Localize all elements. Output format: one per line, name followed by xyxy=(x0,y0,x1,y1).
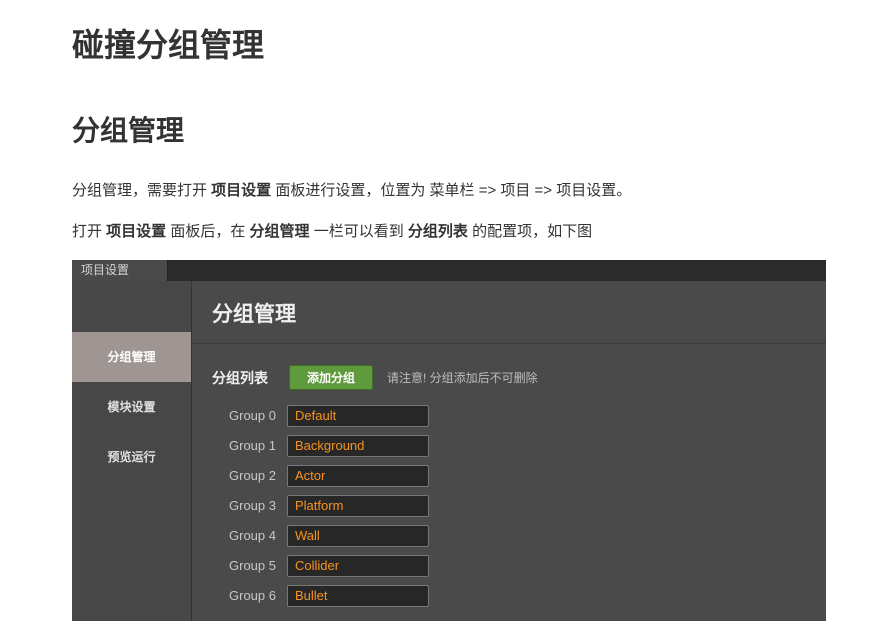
group-row: Group 2 Actor xyxy=(192,464,826,488)
group-row: Group 0 Default xyxy=(192,404,826,428)
group-name-input[interactable]: Collider xyxy=(287,555,429,577)
group-label: Group 0 xyxy=(229,408,276,423)
text: 打开 xyxy=(72,223,107,240)
text: 面板进行设置，位置为 菜单栏 => 项目 => 项目设置。 xyxy=(271,182,632,199)
text: 分组管理，需要打开 xyxy=(72,182,212,199)
add-group-button[interactable]: 添加分组 xyxy=(289,365,373,390)
group-label: Group 4 xyxy=(229,528,276,543)
page-title: 碰撞分组管理 xyxy=(72,27,265,63)
group-name-input[interactable]: Wall xyxy=(287,525,429,547)
group-row: Group 6 Bullet xyxy=(192,584,826,608)
group-row: Group 1 Background xyxy=(192,434,826,458)
group-name-input[interactable]: Actor xyxy=(287,465,429,487)
text: 面板后，在 xyxy=(166,223,250,240)
bold-text: 项目设置 xyxy=(211,182,272,199)
group-name-input[interactable]: Bullet xyxy=(287,585,429,607)
group-name-input[interactable]: Default xyxy=(287,405,429,427)
group-label: Group 2 xyxy=(229,468,276,483)
settings-content: 分组管理 分组列表 添加分组 请注意! 分组添加后不可删除 Group 0 De… xyxy=(192,281,826,621)
group-label: Group 1 xyxy=(229,438,276,453)
group-row: Group 4 Wall xyxy=(192,524,826,548)
group-name-input[interactable]: Background xyxy=(287,435,429,457)
paragraph-intro: 分组管理，需要打开 项目设置 面板进行设置，位置为 菜单栏 => 项目 => 项… xyxy=(72,180,631,202)
project-settings-screenshot: 项目设置 分组管理 模块设置 预览运行 分组管理 分组列表 添加分组 请注意! … xyxy=(72,260,826,621)
group-label: Group 3 xyxy=(229,498,276,513)
tab-bar: 项目设置 xyxy=(72,260,826,281)
sidebar-item-module-settings[interactable]: 模块设置 xyxy=(72,382,191,432)
text: 一栏可以看到 xyxy=(309,223,408,240)
sidebar-item-group-management[interactable]: 分组管理 xyxy=(72,332,191,382)
text: 的配置项，如下图 xyxy=(467,223,593,240)
group-name-input[interactable]: Platform xyxy=(287,495,429,517)
bold-text: 分组列表 xyxy=(407,223,468,240)
paragraph-instructions: 打开 项目设置 面板后，在 分组管理 一栏可以看到 分组列表 的配置项，如下图 xyxy=(72,221,592,243)
bold-text: 项目设置 xyxy=(106,223,167,240)
content-title: 分组管理 xyxy=(212,303,296,326)
section-heading: 分组管理 xyxy=(72,115,185,146)
group-label: Group 5 xyxy=(229,558,276,573)
divider xyxy=(192,343,826,344)
settings-sidebar: 分组管理 模块设置 预览运行 xyxy=(72,281,192,621)
group-row: Group 5 Collider xyxy=(192,554,826,578)
group-list-label: 分组列表 xyxy=(212,370,268,386)
bold-text: 分组管理 xyxy=(249,223,310,240)
group-row: Group 3 Platform xyxy=(192,494,826,518)
group-label: Group 6 xyxy=(229,588,276,603)
sidebar-item-preview-run[interactable]: 预览运行 xyxy=(72,432,191,482)
notice-text: 请注意! 分组添加后不可删除 xyxy=(387,371,538,385)
tab-project-settings[interactable]: 项目设置 xyxy=(72,260,168,281)
